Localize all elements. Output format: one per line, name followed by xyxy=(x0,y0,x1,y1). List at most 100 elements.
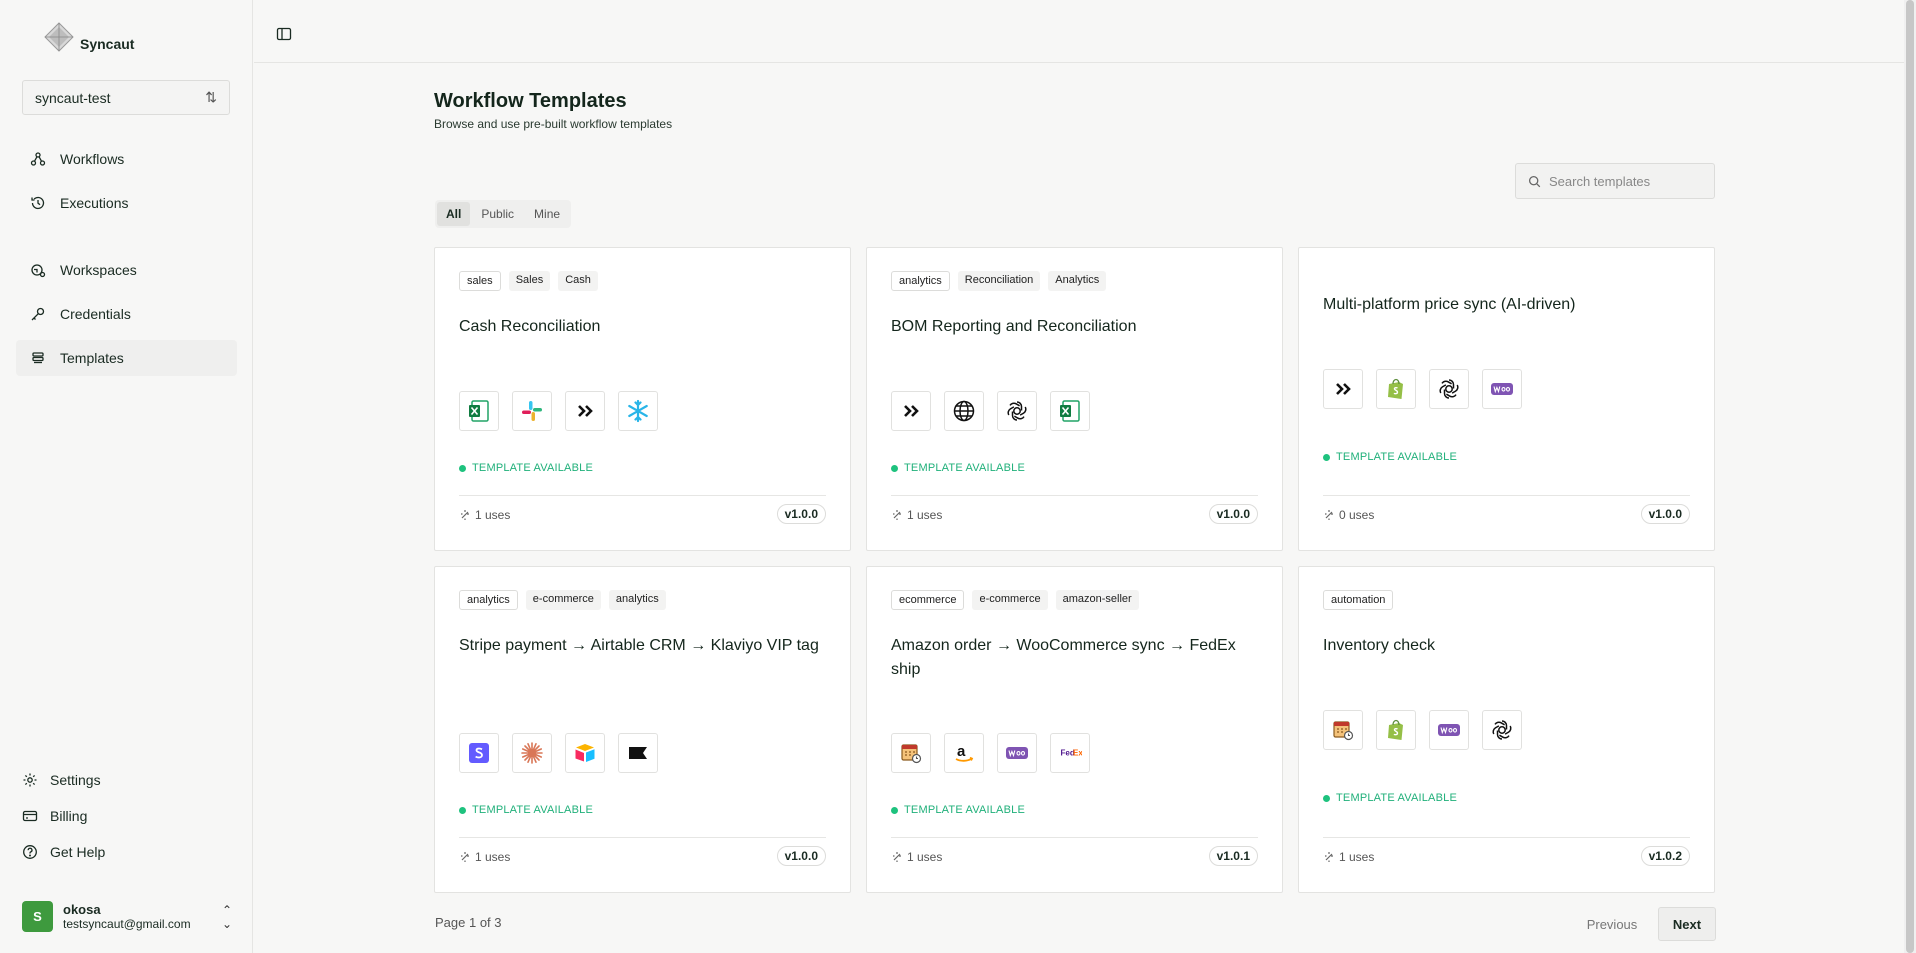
chevrons-icon xyxy=(891,391,931,431)
brand[interactable]: Syncaut xyxy=(44,22,134,52)
template-card[interactable]: ecommerce e-commerce amazon-seller Amazo… xyxy=(866,566,1283,893)
template-card[interactable]: analytics Reconciliation Analytics BOM R… xyxy=(866,247,1283,551)
sidebar: Syncaut syncaut-test ⇅ Workflows Executi… xyxy=(0,0,253,953)
status-badge: TEMPLATE AVAILABLE xyxy=(459,462,593,474)
stripe-icon xyxy=(459,733,499,773)
version-badge: v1.0.0 xyxy=(776,846,826,866)
search-input[interactable] xyxy=(1549,173,1709,189)
app-icons xyxy=(1323,710,1522,750)
template-icon xyxy=(30,350,46,366)
usage-text: 1 uses xyxy=(907,508,943,522)
snowflake-icon xyxy=(618,391,658,431)
openai-icon xyxy=(1429,369,1469,409)
status-dot xyxy=(891,806,898,814)
sidebar-item-label: Get Help xyxy=(50,844,106,860)
woocommerce-icon xyxy=(997,733,1037,773)
key-icon xyxy=(30,306,46,322)
tag-list: automation xyxy=(1323,590,1394,610)
tag: Analytics xyxy=(1048,271,1107,291)
status-dot xyxy=(459,806,466,814)
sidebar-item-settings[interactable]: Settings xyxy=(22,766,105,794)
tag: amazon-seller xyxy=(1055,590,1139,610)
sparkle-icon xyxy=(1325,852,1333,862)
workspace-switcher[interactable]: syncaut-test ⇅ xyxy=(22,80,230,115)
sidebar-item-credentials[interactable]: Credentials xyxy=(16,296,237,332)
search-box[interactable] xyxy=(1515,163,1715,199)
page-scrollbar[interactable] xyxy=(1904,0,1916,953)
app-icons xyxy=(459,733,658,773)
app-icons xyxy=(459,391,658,431)
version-badge: v1.0.0 xyxy=(1208,504,1258,524)
tag: analytics xyxy=(891,271,950,291)
tag: sales xyxy=(459,271,501,291)
secondary-nav: Workspaces Credentials Templates xyxy=(16,252,237,384)
scrollbar-thumb[interactable] xyxy=(1906,0,1914,953)
divider xyxy=(891,495,1258,496)
tag: Sales xyxy=(508,271,551,291)
status-text: TEMPLATE AVAILABLE xyxy=(1336,792,1457,804)
svg-text:Ex: Ex xyxy=(1073,749,1082,758)
tab-mine[interactable]: Mine xyxy=(525,202,569,226)
status-text: TEMPLATE AVAILABLE xyxy=(904,462,1025,474)
tab-public[interactable]: Public xyxy=(472,202,523,226)
gear-icon xyxy=(22,772,38,788)
divider xyxy=(459,495,826,496)
credit-card-icon xyxy=(22,808,38,824)
sidebar-item-templates[interactable]: Templates xyxy=(16,340,237,376)
sidebar-item-workspaces[interactable]: Workspaces xyxy=(16,252,237,288)
chevrons-icon xyxy=(565,391,605,431)
app-icons xyxy=(1323,369,1522,409)
template-title: Multi-platform price sync (AI-driven) xyxy=(1323,296,1576,313)
template-card[interactable]: sales Sales Cash Cash Reconciliation TEM… xyxy=(434,247,851,551)
claude-icon xyxy=(512,733,552,773)
template-title: Amazon order → WooCommerce sync → FedEx … xyxy=(891,637,1236,678)
tag: automation xyxy=(1323,590,1394,610)
status-dot xyxy=(459,464,466,472)
template-card[interactable]: automation Inventory check TEMPLATE AVAI… xyxy=(1298,566,1715,893)
status-dot xyxy=(891,464,898,472)
tag-list: analytics e-commerce analytics xyxy=(459,590,666,610)
topbar xyxy=(254,0,1904,63)
usage-count: 1 uses xyxy=(459,508,510,522)
usage-count: 1 uses xyxy=(891,508,942,522)
template-title: Inventory check xyxy=(1323,637,1436,654)
klaviyo-icon xyxy=(618,733,658,773)
primary-nav: Workflows Executions xyxy=(16,141,237,229)
usage-count: 1 uses xyxy=(459,850,510,864)
sparkle-icon xyxy=(461,510,469,520)
workspace-name: syncaut-test xyxy=(35,89,111,106)
status-badge: TEMPLATE AVAILABLE xyxy=(1323,451,1457,463)
usage-text: 1 uses xyxy=(1339,850,1375,864)
sidebar-item-get-help[interactable]: Get Help xyxy=(22,838,105,866)
search-icon xyxy=(1528,175,1541,187)
help-icon xyxy=(22,844,38,860)
user-email: testsyncaut@gmail.com xyxy=(63,917,191,931)
user-menu[interactable]: S okosa testsyncaut@gmail.com ⌃ ⌄ xyxy=(22,901,232,932)
sidebar-item-executions[interactable]: Executions xyxy=(16,185,237,221)
usage-text: 1 uses xyxy=(475,508,511,522)
divider xyxy=(1323,837,1690,838)
tag: Cash xyxy=(558,271,598,291)
sparkle-icon xyxy=(461,852,469,862)
sidebar-item-label: Workspaces xyxy=(60,262,137,278)
sidebar-item-label: Workflows xyxy=(60,151,125,167)
previous-page-button[interactable]: Previous xyxy=(1572,909,1652,939)
divider xyxy=(1323,495,1690,496)
globe-icon xyxy=(944,391,984,431)
sidebar-item-label: Credentials xyxy=(60,306,131,322)
sidebar-item-billing[interactable]: Billing xyxy=(22,802,105,830)
tag: e-commerce xyxy=(525,590,601,610)
usage-text: 1 uses xyxy=(475,850,511,864)
sidebar-item-workflows[interactable]: Workflows xyxy=(16,141,237,177)
next-page-button[interactable]: Next xyxy=(1658,907,1716,941)
template-card[interactable]: analytics e-commerce analytics Stripe pa… xyxy=(434,566,851,893)
tab-all[interactable]: All xyxy=(437,202,471,226)
divider xyxy=(891,837,1258,838)
chevrons-icon xyxy=(1323,369,1363,409)
template-card[interactable]: Multi-platform price sync (AI-driven) TE… xyxy=(1298,247,1715,551)
sidebar-toggle-icon[interactable] xyxy=(276,26,292,42)
status-badge: TEMPLATE AVAILABLE xyxy=(459,804,593,816)
chevron-up-down-icon: ⌃ ⌄ xyxy=(221,902,232,931)
pagination-status: Page 1 of 3 xyxy=(435,915,502,930)
usage-text: 0 uses xyxy=(1339,508,1375,522)
